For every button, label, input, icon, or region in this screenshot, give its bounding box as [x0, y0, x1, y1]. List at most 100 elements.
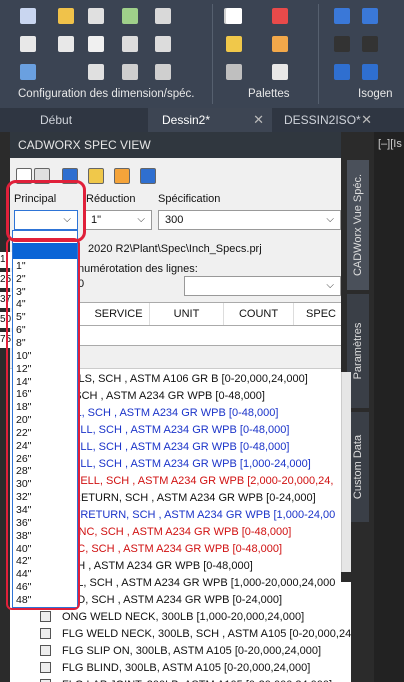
- ribbon-group-isogen: Isogen: [320, 0, 404, 108]
- tab-debut[interactable]: Début: [30, 108, 148, 132]
- target-icon[interactable]: [20, 64, 36, 80]
- close-icon[interactable]: ✕: [361, 108, 372, 132]
- list-icon[interactable]: [88, 64, 104, 80]
- component-icon: [40, 645, 51, 656]
- reduction-label: Réduction: [86, 193, 136, 205]
- edit-icon[interactable]: [155, 8, 171, 24]
- link-icon[interactable]: [122, 36, 138, 52]
- tab-label: CADWorx Vue Spéc.: [352, 173, 364, 277]
- flag-icon[interactable]: [20, 36, 36, 52]
- ribbon-separator: [212, 4, 213, 104]
- component-icon: [40, 611, 51, 622]
- tab-label: Paramètres: [352, 322, 364, 380]
- spec-palette-icon[interactable]: [226, 8, 242, 24]
- iso-icon[interactable]: [334, 8, 350, 24]
- warning-icon[interactable]: [272, 8, 288, 24]
- annotation-highlight: [6, 180, 86, 242]
- annotation-highlight: [6, 238, 80, 610]
- table-icon[interactable]: [226, 36, 242, 52]
- tab-dessin2iso[interactable]: DESSIN2ISO* ✕: [276, 108, 374, 132]
- line-grid-body[interactable]: [75, 326, 349, 346]
- pen-icon[interactable]: [155, 36, 171, 52]
- component-icon: [40, 662, 51, 673]
- list-item[interactable]: FLG WELD NECK, 300LB, SCH , ASTM A105 [0…: [10, 626, 351, 642]
- list-item-label: RAL, SCH , ASTM A234 GR WPB [1,000-20,00…: [62, 577, 336, 589]
- chevron-down-icon: ⌵: [137, 214, 145, 225]
- list-item[interactable]: FLG LAP JOINT, 300LB, ASTM A105 [0-20,00…: [10, 677, 351, 682]
- circles-icon[interactable]: [272, 64, 288, 80]
- list-item-label: END, SCH , ASTM A234 GR WPB [0-24,000]: [62, 594, 283, 606]
- reduction-combo[interactable]: 1" ⌵: [84, 210, 152, 230]
- wrench-icon[interactable]: [155, 64, 171, 80]
- chevron-down-icon: ⌵: [326, 214, 334, 225]
- list-item-label: R ELL, SCH , ASTM A234 GR WPB [0-48,000]: [62, 441, 290, 453]
- ribbon-group-config-label: Configuration des dimension/spéc.: [18, 88, 195, 100]
- pipe-icon[interactable]: [88, 36, 104, 52]
- layers-icon[interactable]: [272, 36, 288, 52]
- list-item-label: R ELL, SCH , ASTM A234 GR WPB [0-48,000]: [62, 424, 290, 436]
- list-item-label: FLG BLIND, 300LB, ASTM A105 [0-20,000,24…: [62, 662, 311, 674]
- ribbon-group-palettes-label: Palettes: [248, 88, 290, 100]
- document-tabbar: Début Dessin2* ✕ DESSIN2ISO* ✕: [0, 108, 404, 132]
- specification-label: Spécification: [158, 193, 221, 205]
- specification-combo[interactable]: 300 ⌵: [158, 210, 341, 230]
- list-item-label: ED ELL, SCH , ASTM A234 GR WPB [2,000-20…: [62, 475, 334, 487]
- ribbon-group-isogen-label: Isogen: [358, 88, 393, 100]
- project-path: 2020 R2\Plant\Spec\Inch_Specs.prj: [88, 243, 262, 255]
- tab-cadworx-spec-view[interactable]: CADWorx Vue Spéc.: [347, 160, 369, 290]
- list-item[interactable]: FLG SLIP ON, 300LB, ASTM A105 [0-20,000,…: [10, 643, 351, 659]
- ribbon-separator: [318, 4, 319, 104]
- grid-column-service[interactable]: SERVICE: [88, 303, 150, 325]
- dimension-icon[interactable]: [20, 8, 36, 24]
- component-icon: [40, 628, 51, 639]
- ribbon-group-palettes: Palettes: [214, 0, 318, 108]
- grid-icon[interactable]: [58, 36, 74, 52]
- list-item[interactable]: ONG WELD NECK, 300LB [1,000-20,000,24,00…: [10, 609, 351, 625]
- ribbon-group-config: Configuration des dimension/spéc.: [0, 0, 212, 108]
- iso-out-icon[interactable]: [362, 8, 378, 24]
- spec-icon[interactable]: [88, 168, 104, 184]
- list-item-label: R RETURN, SCH , ASTM A234 GR WPB [0-24,0…: [62, 492, 316, 504]
- pcf-in-icon[interactable]: [362, 64, 378, 80]
- pcf-out-icon[interactable]: [334, 64, 350, 80]
- chevron-down-icon: ⌵: [326, 280, 334, 291]
- list-item-label: ONG WELD NECK, 300LB [1,000-20,000,24,00…: [62, 611, 305, 623]
- list-item-label: ECC, SCH , ASTM A234 GR WPB [0-48,000]: [62, 543, 283, 555]
- viewport-label[interactable]: [–][Is: [378, 138, 402, 150]
- list-item-label: R ELL, SCH , ASTM A234 GR WPB [1,000-24,…: [62, 458, 311, 470]
- check-icon[interactable]: [122, 8, 138, 24]
- tab-label: DESSIN2ISO*: [284, 113, 361, 127]
- tab-label: Début: [40, 113, 73, 127]
- list-item-label: FLG SLIP ON, 300LB, ASTM A105 [0-20,000,…: [62, 645, 322, 657]
- tab-label: Custom Data: [352, 434, 364, 500]
- spec-icon[interactable]: [58, 8, 74, 24]
- viewport-strip: [–][Is: [374, 132, 404, 682]
- list-item-label: FLG WELD NECK, 300LB, SCH , ASTM A105 [0…: [62, 628, 351, 640]
- ribbon: Configuration des dimension/spéc. Palett…: [0, 0, 404, 108]
- palette-title: CADWORX SPEC VIEW: [10, 132, 351, 158]
- tab-label: Dessin2*: [162, 113, 211, 127]
- traffic-light-green-icon[interactable]: [362, 36, 378, 52]
- valve-icon[interactable]: [88, 8, 104, 24]
- list-scrollbar[interactable]: [341, 372, 351, 572]
- grid-column-unit[interactable]: UNIT: [150, 303, 224, 325]
- gear-icon[interactable]: [122, 64, 138, 80]
- specification-value: 300: [165, 214, 184, 226]
- list-item-label: ELL, SCH , ASTM A234 GR WPB [0-48,000]: [62, 407, 279, 419]
- list-item[interactable]: FLG BLIND, 300LB, ASTM A105 [0-20,000,24…: [10, 660, 351, 676]
- list-item-label: CONC, SCH , ASTM A234 GR WPB [0-48,000]: [62, 526, 292, 538]
- list-item-label: SCH , ASTM A234 GR WPB [0-48,000]: [62, 560, 253, 572]
- help-icon[interactable]: [140, 168, 156, 184]
- tools-icon[interactable]: [226, 64, 242, 80]
- numbering-combo[interactable]: ⌵: [184, 276, 341, 296]
- refresh-icon[interactable]: [114, 168, 130, 184]
- numbering-label: numérotation des lignes:: [78, 263, 198, 275]
- grid-column-count[interactable]: COUNT: [224, 303, 294, 325]
- close-icon[interactable]: ✕: [253, 108, 264, 132]
- tab-dessin2[interactable]: Dessin2* ✕: [148, 108, 272, 132]
- list-item-label: SR RETURN, SCH , ASTM A234 GR WPB [1,000…: [62, 509, 336, 521]
- grid-column-spec[interactable]: SPEC: [294, 303, 348, 325]
- reduction-value: 1": [91, 214, 102, 226]
- traffic-light-icon[interactable]: [334, 36, 350, 52]
- line-grid-header: SERVICE UNIT COUNT SPEC: [75, 302, 349, 326]
